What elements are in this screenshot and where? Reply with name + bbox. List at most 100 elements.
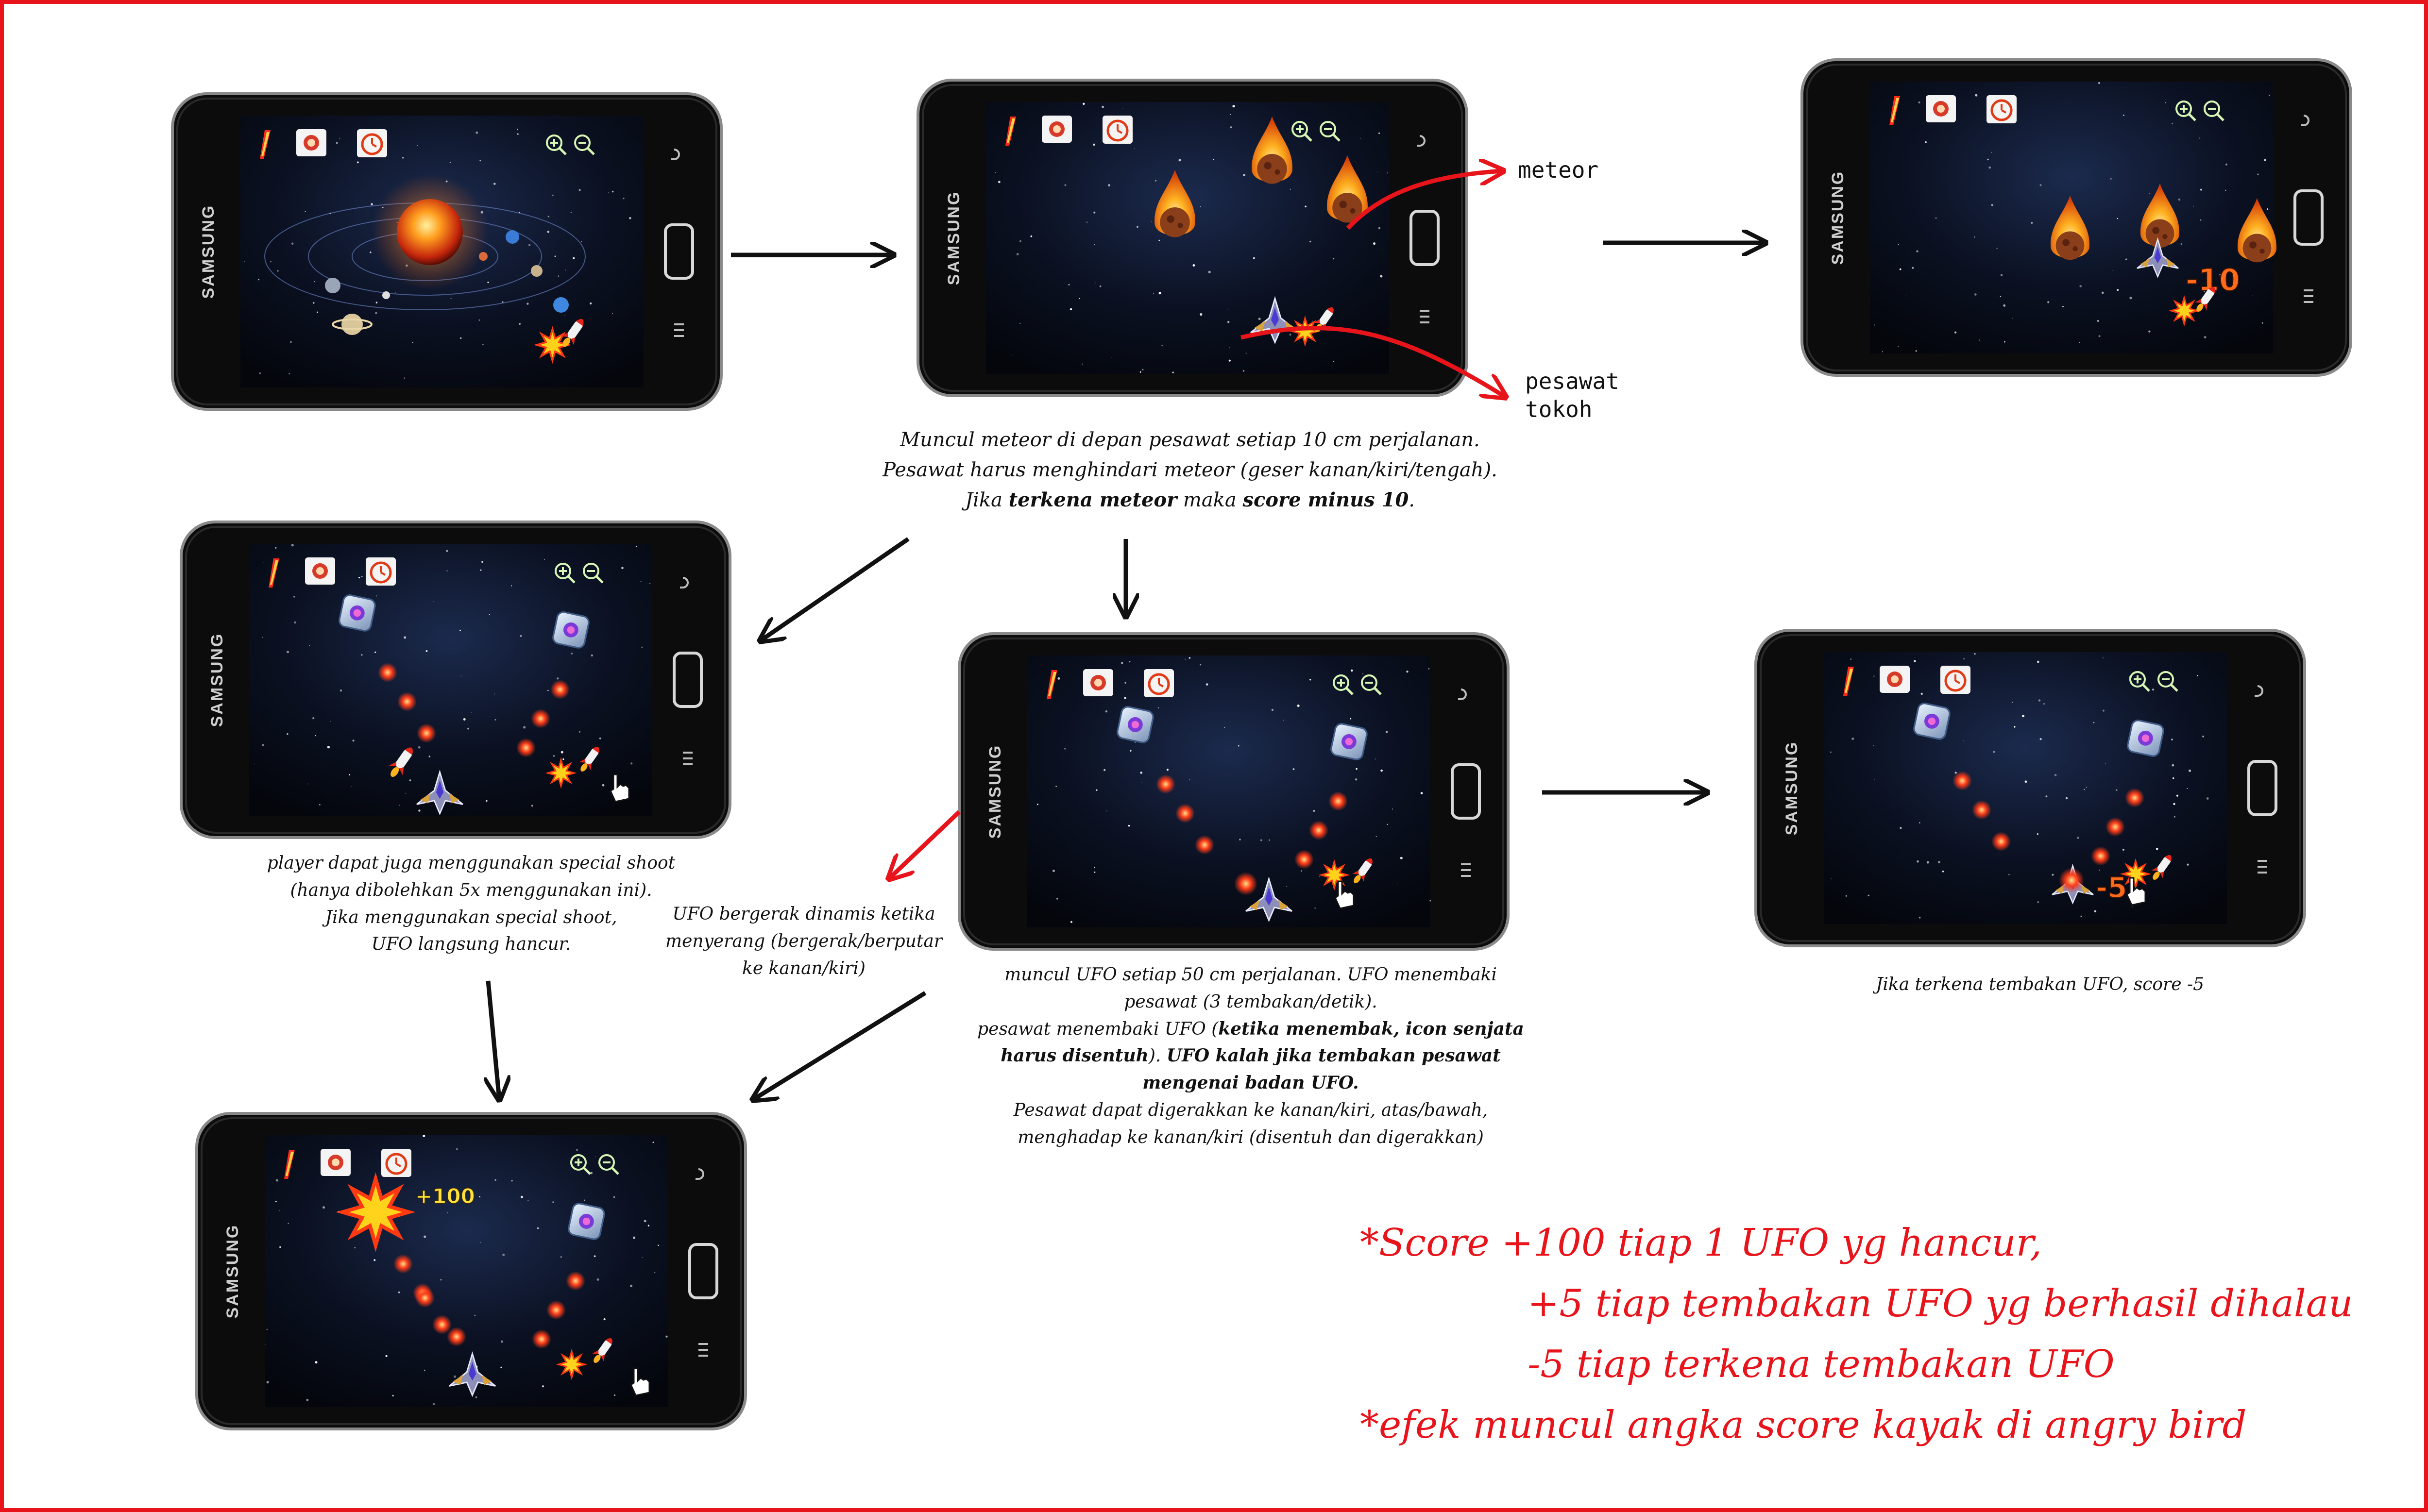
score-popup: -5	[2096, 871, 2127, 904]
rule-line4: *efek muncul angka score kayak di angry …	[1360, 1403, 2247, 1447]
ufo-bullet	[378, 663, 397, 682]
ufo-note-line4-b: ).	[1148, 1046, 1167, 1066]
meteor-note-line1: Muncul meteor di depan pesawat setiap 10…	[900, 429, 1480, 451]
pesawat-label: pesawat tokoh	[1525, 368, 1619, 423]
planet	[479, 252, 488, 261]
explosion-icon	[2120, 858, 2152, 890]
planet	[553, 297, 569, 313]
phone-3: SAMSUNG -10	[1800, 58, 2352, 377]
ufo-bullet	[1156, 774, 1175, 794]
ufo-explosion	[336, 1172, 416, 1252]
meteor-note: Muncul meteor di depan pesawat setiap 10…	[826, 425, 1554, 515]
meteor-note-line3-e: .	[1409, 489, 1415, 511]
ufo-bullet	[516, 738, 536, 757]
ufo-bullet	[1953, 771, 1972, 790]
brand-label: SAMSUNG	[199, 204, 218, 299]
player-bullet	[1234, 872, 1257, 895]
screen	[240, 116, 644, 387]
shield-icon	[305, 557, 335, 585]
rule-line2: +5 tiap tembakan UFO yg berhasil dihalau	[1528, 1282, 2353, 1326]
meteor-note-line3: Jika terkena meteor maka score minus 10.	[826, 485, 1554, 515]
ufo-note-line6: Pesawat dapat digerakkan ke kanan/kiri, …	[1013, 1100, 1488, 1120]
special-note-line1: player dapat juga menggunakan special sh…	[267, 853, 676, 873]
brand-label: SAMSUNG	[208, 633, 226, 727]
ufo-move-pointer	[889, 810, 961, 879]
explosion-icon	[2168, 295, 2200, 327]
arrow-2-to-4	[760, 537, 910, 641]
brand-label: SAMSUNG	[945, 191, 963, 286]
shield-icon	[1926, 95, 1956, 122]
phone-7: SAMSUNG +100	[195, 1112, 747, 1430]
ufo-bullet	[1991, 832, 2011, 851]
stopwatch-icon	[366, 557, 396, 586]
ufo-bullet	[531, 709, 550, 728]
ufo-bullet-hit	[2059, 868, 2084, 893]
ufo-right	[1330, 723, 1368, 760]
meteor-note-line3-c: maka	[1177, 489, 1243, 511]
phone-6: SAMSUNG -5	[1754, 629, 2306, 947]
ufo-bullet	[417, 723, 436, 743]
ufo-bullet	[2105, 817, 2125, 837]
ufo-note-line4-bold2: UFO kalah jika tembakan pesawat	[1166, 1045, 1501, 1066]
ufo-note-line5: mengenai badan UFO.	[947, 1070, 1554, 1097]
ufo-move-note-line1: UFO bergerak dinamis ketika	[672, 904, 935, 924]
ufo-bullet	[566, 1271, 585, 1291]
meteor-note-line3-bold1: terkena meteor	[1008, 488, 1177, 511]
ufo-bullet	[1972, 800, 1991, 820]
brand-label: SAMSUNG	[986, 744, 1004, 839]
score-popup: +100	[415, 1184, 475, 1208]
brand-label: SAMSUNG	[223, 1224, 242, 1319]
meteor-note-line3-a: Jika	[965, 489, 1009, 511]
ufo-note-line1: muncul UFO setiap 50 cm perjalanan. UFO …	[1004, 965, 1497, 985]
ufo-bullet	[550, 680, 570, 699]
arrow-5-to-7	[753, 991, 927, 1100]
ufo-note-line3-a: pesawat menembaki UFO (	[977, 1019, 1219, 1039]
ufo-right	[552, 611, 590, 649]
ufo-note: muncul UFO setiap 50 cm perjalanan. UFO …	[947, 961, 1554, 1151]
screen: -5	[1824, 652, 2227, 924]
special-note-line2: (hanya dibolehkan 5x menggunakan ini).	[290, 880, 652, 900]
planet	[325, 278, 340, 293]
ufo-move-note-line2: menyerang (bergerak/berputar	[665, 931, 943, 951]
ufo-left	[1117, 706, 1154, 743]
ufo-bullet	[393, 1254, 413, 1274]
player-bullet	[415, 1288, 435, 1308]
planet	[341, 314, 363, 335]
ufo-note-line3: pesawat menembaki UFO (ketika menembak, …	[947, 1016, 1554, 1043]
ufo-note-line4-bold1: harus disentuh	[1001, 1045, 1149, 1066]
shield-icon	[321, 1149, 351, 1176]
explosion-icon	[545, 757, 577, 789]
ufo-bullet	[532, 1329, 551, 1349]
ufo-left	[1913, 703, 1951, 740]
planet	[531, 265, 543, 277]
stopwatch-icon	[1987, 95, 2017, 123]
brand-label: SAMSUNG	[1829, 170, 1847, 265]
ufo-note-line4: harus disentuh). UFO kalah jika tembakan…	[947, 1042, 1554, 1070]
ufo-left	[339, 594, 376, 632]
ufo-note-line7: menghadap ke kanan/kiri (disentuh dan di…	[1018, 1127, 1484, 1147]
ufo-bullet	[1309, 821, 1328, 840]
shield-icon	[1880, 666, 1910, 693]
explosion-icon	[556, 1348, 588, 1380]
ufo-bullet	[2125, 788, 2144, 807]
ufo-bullet	[1294, 850, 1314, 869]
sun	[397, 199, 463, 265]
rule-line1: *Score +100 tiap 1 UFO yg hancur,	[1360, 1221, 2042, 1265]
ufo-bullet	[1195, 835, 1214, 855]
phone-4: SAMSUNG	[180, 521, 731, 839]
meteor-note-line3-bold2: score minus 10	[1242, 488, 1409, 511]
brand-label: SAMSUNG	[1783, 741, 1801, 836]
ufo-bullet	[2091, 846, 2110, 866]
meteor-label: meteor	[1518, 157, 1599, 183]
hit-note: Jika terkena tembakan UFO, score -5	[1875, 974, 2205, 994]
ufo-bullet	[397, 692, 417, 711]
ufo-note-line3-bold: ketika menembak, icon senjata	[1218, 1018, 1524, 1039]
stopwatch-icon	[1940, 666, 1970, 694]
screen	[249, 544, 652, 816]
screen	[1027, 655, 1431, 927]
screen	[986, 102, 1389, 374]
ufo-bullet	[546, 1300, 566, 1320]
stopwatch-icon	[381, 1149, 411, 1177]
rule-line3: -5 tiap terkena tembakan UFO	[1528, 1343, 2115, 1386]
stopwatch-icon	[1144, 669, 1174, 697]
